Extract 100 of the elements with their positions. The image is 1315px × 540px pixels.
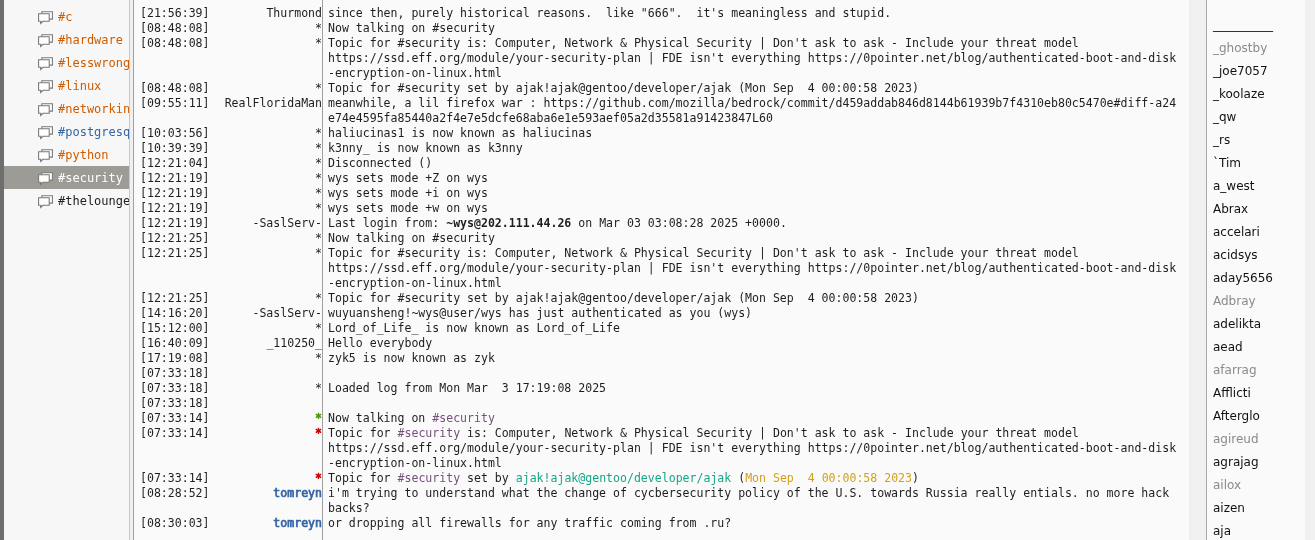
- user-list-item[interactable]: `Tim: [1213, 152, 1305, 175]
- channel-item[interactable]: #networkin: [4, 97, 129, 120]
- nickname: *: [315, 201, 322, 215]
- nickname: *: [315, 21, 322, 35]
- message-text: Topic for #security is: Computer, Network & Physical Security | Don't ask to ask - Include your threat model https://ssd.eff.org/module/your-security-plan | FDE isn't everything https://0pointer.net/blog/authenticated-boot-and-disk -encryption-on-linux.html: [328, 246, 1177, 291]
- channel-item[interactable]: #python: [4, 143, 129, 166]
- user-list-item[interactable]: Afterglo: [1213, 405, 1305, 428]
- timestamp: [07:33:14]: [139, 411, 211, 426]
- timestamp: [10:39:39]: [139, 141, 211, 156]
- timestamp: [14:16:20]: [139, 306, 211, 321]
- message-text: Now talking on #security: [328, 21, 495, 36]
- message-text: zyk5 is now known as zyk: [328, 351, 495, 366]
- user-list-item[interactable]: aday5656: [1213, 267, 1305, 290]
- message-text: Now talking on #security: [328, 411, 495, 426]
- timestamp: [10:03:56]: [139, 126, 211, 141]
- timestamp: [21:56:39]: [139, 6, 211, 21]
- nickname: -SaslServ-: [252, 216, 322, 230]
- user-list-item[interactable]: a_west: [1213, 175, 1305, 198]
- user-list-item[interactable]: _qw: [1213, 106, 1305, 129]
- timestamp: [15:12:00]: [139, 321, 211, 336]
- timestamp: [08:48:08]: [139, 81, 211, 96]
- message-text: Lord_of_Life_ is now known as Lord_of_Life: [328, 321, 620, 336]
- message-text: Now talking on #security: [328, 231, 495, 246]
- message-text: since then, purely historical reasons. like "666". it's meaningless and stupid.: [328, 6, 892, 21]
- message-text: wys sets mode +w on wys: [328, 201, 488, 216]
- user-list-item[interactable]: _koolaze: [1213, 83, 1305, 106]
- nickname: *: [315, 246, 322, 260]
- timestamp: [09:55:11]: [139, 96, 211, 112]
- nickname: *: [315, 156, 322, 170]
- timestamp: [08:30:03]: [139, 516, 211, 531]
- message-text: k3nny_ is now known as k3nny: [328, 141, 523, 156]
- nickname: *: [315, 381, 322, 395]
- user-list-item[interactable]: __________: [1213, 14, 1305, 37]
- timestamp: [07:33:18]: [139, 396, 211, 411]
- timestamp: [12:21:19]: [139, 171, 211, 186]
- message-text: Topic for #security set by ajak!ajak@gentoo/developer/ajak (Mon Sep 4 00:00:58 2023): [328, 471, 919, 486]
- chat-bubble-icon: [37, 169, 54, 186]
- message-text: haliucinas1 is now known as haliucinas: [328, 126, 593, 141]
- message-text: Last login from: ~wys@202.111.44.26 on Mar 03 03:08:28 2025 +0000.: [328, 216, 787, 231]
- user-list-item[interactable]: aead: [1213, 336, 1305, 359]
- nickname: *: [315, 171, 322, 185]
- user-list-item[interactable]: aja: [1213, 520, 1305, 540]
- nickname: *: [315, 81, 322, 95]
- user-list-item[interactable]: Afflicti: [1213, 382, 1305, 405]
- timestamp: [12:21:04]: [139, 156, 211, 171]
- message-text: Topic for #security set by ajak!ajak@gentoo/developer/ajak (Mon Sep 4 00:00:58 2023): [328, 291, 919, 306]
- nickname: *: [315, 291, 322, 305]
- timestamp: [08:48:08]: [139, 36, 211, 52]
- user-list-item[interactable]: _rs: [1213, 129, 1305, 152]
- nickname: -SaslServ-: [252, 306, 322, 320]
- channel-item[interactable]: #c: [4, 5, 129, 28]
- user-list-item[interactable]: aizen: [1213, 497, 1305, 520]
- timestamp: [07:33:14]: [139, 471, 211, 486]
- nickname: _110250_: [266, 336, 322, 350]
- channel-item[interactable]: #thelounge: [4, 189, 129, 212]
- message-text: Disconnected (): [328, 156, 433, 171]
- nickname: tomreyn: [273, 516, 322, 530]
- timestamp: [08:28:52]: [139, 486, 211, 502]
- message-text: Hello everybody: [328, 336, 433, 351]
- message-text: wys sets mode +Z on wys: [328, 171, 488, 186]
- chat-bubble-icon: [37, 100, 54, 117]
- user-list-item[interactable]: agrajag: [1213, 451, 1305, 474]
- nickname: *: [315, 426, 322, 440]
- user-list-item[interactable]: Abrax: [1213, 198, 1305, 221]
- user-list-item[interactable]: accelari: [1213, 221, 1305, 244]
- message-text: i'm trying to understand what the change of cycbersecurity policy of the U.S. towards Russia really entials. no more hack backs?: [328, 486, 1170, 516]
- channel-item[interactable]: #hardware: [4, 28, 129, 51]
- timestamp: [08:48:08]: [139, 21, 211, 36]
- chat-bubble-icon: [37, 8, 54, 25]
- timestamp: [16:40:09]: [139, 336, 211, 351]
- user-list-item[interactable]: _joe7057: [1213, 60, 1305, 83]
- timestamp: [12:21:19]: [139, 216, 211, 231]
- message-text: wuyuansheng!~wys@user/wys has just authenticated as you (wys): [328, 306, 753, 321]
- channel-item[interactable]: #postgresq: [4, 120, 129, 143]
- message-text: Topic for #security set by ajak!ajak@gentoo/developer/ajak (Mon Sep 4 00:00:58 2023): [328, 81, 919, 96]
- message-text: wys sets mode +i on wys: [328, 186, 488, 201]
- chat-bubble-icon: [37, 77, 54, 94]
- message-text: Loaded log from Mon Mar 3 17:19:08 2025: [328, 381, 607, 396]
- chat-bubble-icon: [37, 54, 54, 71]
- nickname: RealFloridaMan: [224, 96, 322, 110]
- user-list-item[interactable]: acidsys: [1213, 244, 1305, 267]
- nickname: *: [315, 126, 322, 140]
- chat-bubble-icon: [37, 123, 54, 140]
- timestamp: [12:21:19]: [139, 186, 211, 201]
- chat-bubble-icon: [37, 192, 54, 209]
- nickname: tomreyn: [273, 486, 322, 500]
- timestamp: [12:21:25]: [139, 231, 211, 246]
- channel-item[interactable]: #lesswrong: [4, 51, 129, 74]
- channel-item[interactable]: #linux: [4, 74, 129, 97]
- nickname: *: [315, 351, 322, 365]
- nickname: *: [315, 321, 322, 335]
- user-list-item[interactable]: adelikta: [1213, 313, 1305, 336]
- message-text: or dropping all firewalls for any traffic coming from .ru?: [328, 516, 732, 531]
- timestamp: [12:21:25]: [139, 291, 211, 306]
- timestamp: [07:33:18]: [139, 366, 211, 381]
- timestamp: [12:21:19]: [139, 201, 211, 216]
- chat-bubble-icon: [37, 146, 54, 163]
- nickname: Thurmond: [266, 6, 322, 20]
- timestamp: [07:33:18]: [139, 381, 211, 396]
- nickname: *: [315, 411, 322, 425]
